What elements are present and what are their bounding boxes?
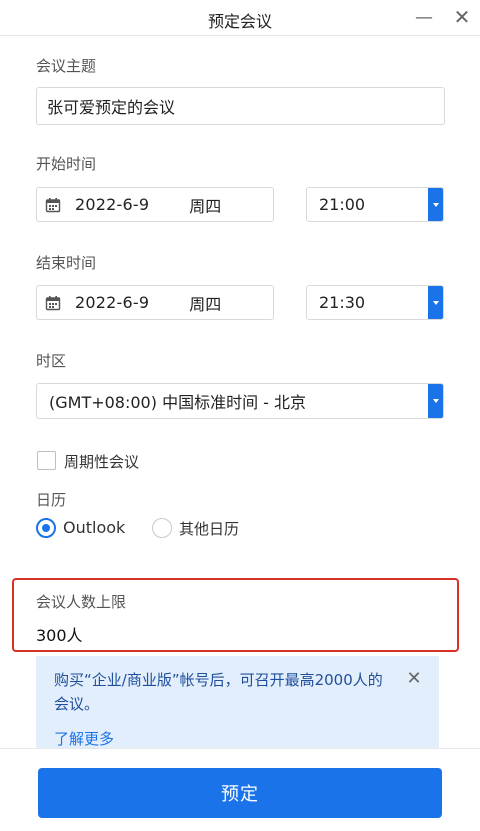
start-weekday: 周四 <box>189 196 222 216</box>
close-icon[interactable]: ✕ <box>448 4 476 30</box>
capacity-label: 会议人数上限 <box>36 593 127 611</box>
timezone-select[interactable]: (GMT+08:00) 中国标准时间 - 北京 <box>36 383 444 419</box>
calendar-label: 日历 <box>36 491 67 509</box>
recurring-checkbox[interactable] <box>37 451 56 470</box>
end-date-field[interactable]: 2022-6-9 周四 <box>36 285 274 320</box>
end-weekday: 周四 <box>189 294 222 314</box>
end-time-select[interactable]: 21:30 <box>306 285 444 320</box>
chevron-down-icon[interactable] <box>428 286 443 319</box>
recurring-label[interactable]: 周期性会议 <box>64 451 139 472</box>
timezone-value: (GMT+08:00) 中国标准时间 - 北京 <box>49 393 307 412</box>
chevron-down-icon[interactable] <box>428 384 443 418</box>
radio-other-calendar-label[interactable]: 其他日历 <box>179 518 239 539</box>
radio-other-calendar[interactable] <box>152 518 172 538</box>
calendar-icon <box>45 295 61 311</box>
start-time-value: 21:00 <box>319 195 366 214</box>
start-time-label: 开始时间 <box>36 155 97 173</box>
schedule-button[interactable]: 预定 <box>38 768 442 818</box>
timezone-label: 时区 <box>36 352 67 370</box>
upgrade-notice: 购买“企业/商业版”帐号后，可召开最高2000人的会议。 了解更多 ✕ <box>36 656 439 751</box>
topic-value: 张可爱预定的会议 <box>47 98 176 117</box>
chevron-down-icon[interactable] <box>428 188 443 221</box>
topic-label: 会议主题 <box>36 57 97 75</box>
notice-text: 购买“企业/商业版”帐号后，可召开最高2000人的会议。 <box>54 671 383 713</box>
start-date-field[interactable]: 2022-6-9 周四 <box>36 187 274 222</box>
title-bar: 预定会议 — ✕ <box>0 0 480 36</box>
topic-input[interactable]: 张可爱预定的会议 <box>36 87 445 125</box>
start-time-select[interactable]: 21:00 <box>306 187 444 222</box>
end-time-value: 21:30 <box>319 293 366 312</box>
close-icon[interactable]: ✕ <box>404 668 424 689</box>
learn-more-link[interactable]: 了解更多 <box>54 728 114 749</box>
capacity-value: 300人 <box>36 626 83 645</box>
calendar-icon <box>45 197 61 213</box>
radio-outlook-label[interactable]: Outlook <box>63 518 125 537</box>
radio-outlook[interactable] <box>36 518 56 538</box>
end-time-label: 结束时间 <box>36 254 97 272</box>
window-title: 预定会议 <box>207 12 272 31</box>
start-date-value: 2022-6-9 <box>75 195 150 214</box>
end-date-value: 2022-6-9 <box>75 293 150 312</box>
minimize-button[interactable]: — <box>410 4 438 30</box>
